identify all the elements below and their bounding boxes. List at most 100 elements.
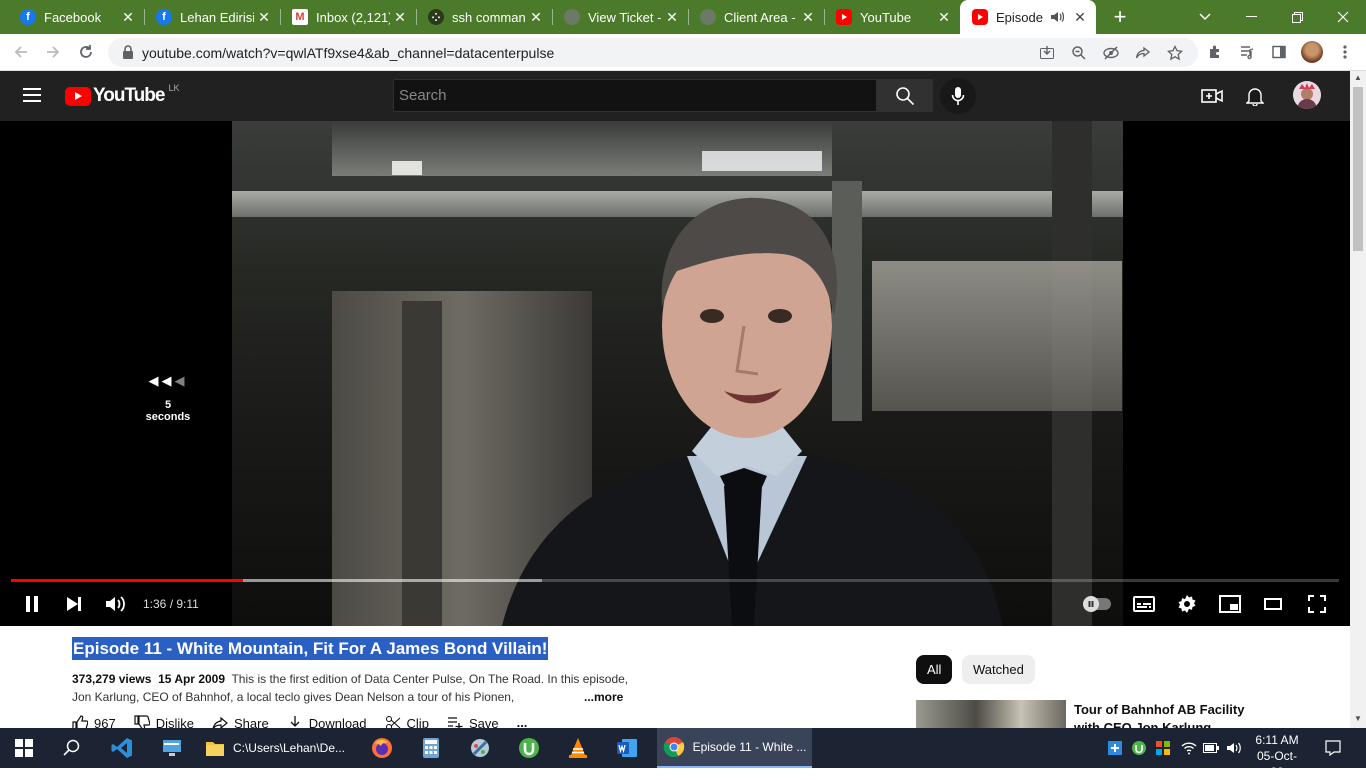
tab-search-icon[interactable] [1182,0,1228,34]
close-tab-icon[interactable]: ✕ [934,9,954,26]
notifications-icon[interactable] [1325,740,1341,756]
tab-ssh[interactable]: ⁘ ssh command ✕ [416,0,552,34]
vlc-taskbar-button[interactable] [555,728,601,768]
share-button[interactable]: Share [212,715,269,728]
profile-avatar-icon[interactable] [1300,40,1324,64]
close-tab-icon[interactable]: ✕ [390,9,410,26]
like-button[interactable]: 967 [72,715,116,728]
wifi-icon[interactable] [1181,740,1197,756]
account-avatar[interactable] [1293,81,1321,109]
chrome-menu-icon[interactable] [1333,40,1357,64]
reload-icon[interactable] [74,40,98,64]
menu-icon[interactable] [23,88,41,102]
page-scrollbar[interactable]: ▲ ▼ [1350,71,1366,728]
scroll-up-arrow-icon[interactable]: ▲ [1353,73,1363,83]
fullscreen-button[interactable] [1305,591,1329,617]
back-icon[interactable] [9,40,33,64]
search-box[interactable] [393,79,877,112]
sync-tray-icon[interactable] [1155,740,1171,756]
download-button[interactable]: Download [287,715,367,728]
chrome-taskbar-button[interactable]: Episode 11 - White ... [657,728,812,768]
chip-all[interactable]: All [916,655,953,684]
tab-episode-active[interactable]: Episode ✕ [960,0,1096,34]
tab-lehan[interactable]: f Lehan Edirisinghe ✕ [144,0,280,34]
recommendation-thumbnail[interactable] [916,700,1066,728]
miniplayer-icon [1219,595,1241,613]
tab-client-area[interactable]: Client Area - ✕ [688,0,824,34]
tab-view-ticket[interactable]: View Ticket - ✕ [552,0,688,34]
autoplay-toggle[interactable] [1083,596,1111,612]
scroll-thumb[interactable] [1353,87,1363,251]
download-label: Download [308,715,367,729]
search-input[interactable] [394,80,876,111]
url-text[interactable]: youtube.com/watch?v=qwlATf9xse4&ab_chann… [142,45,554,61]
new-tab-button[interactable]: + [1108,4,1132,30]
vscode-taskbar-button[interactable] [99,728,145,768]
install-app-icon[interactable] [1037,43,1057,63]
tray-app-icon[interactable] [1107,740,1123,756]
utorrent-taskbar-button[interactable] [506,728,552,768]
show-more-button[interactable]: ...more [584,688,623,706]
scroll-down-arrow-icon[interactable]: ▼ [1353,714,1363,724]
clip-button[interactable]: Clip [385,715,429,728]
bookmark-star-icon[interactable] [1165,43,1185,63]
side-panel-icon[interactable] [1267,40,1291,64]
next-button[interactable] [62,591,86,617]
youtube-logo[interactable]: YouTube LK [65,83,179,107]
subtitles-button[interactable] [1132,591,1156,617]
video-player[interactable]: ◀◀◀ 5 seconds 1:36 / 9:11 [0,121,1350,626]
forward-icon[interactable] [41,40,65,64]
miniplayer-button[interactable] [1218,591,1242,617]
battery-icon[interactable] [1203,740,1219,756]
close-tab-icon[interactable]: ✕ [118,9,138,26]
snipping-tool-taskbar-button[interactable] [457,728,503,768]
system-clock[interactable]: 6:11 AM 05-Oct-22 [1251,732,1303,780]
tab-title: Facebook [44,9,102,25]
minimize-button[interactable] [1228,0,1274,34]
close-tab-icon[interactable]: ✕ [662,9,682,26]
recommendation-title[interactable]: Tour of Bahnhof AB Facility with CEO Jon… [1074,701,1274,728]
search-button[interactable] [877,79,933,112]
tab-facebook[interactable]: f Facebook ✕ [0,0,144,34]
media-controls-icon[interactable] [1235,40,1259,64]
utorrent-tray-icon[interactable] [1131,740,1147,756]
more-actions-button[interactable]: ... [517,715,528,728]
close-tab-icon[interactable]: ✕ [798,9,818,26]
browser-tab-strip: f Facebook ✕ f Lehan Edirisinghe ✕ M Inb… [0,0,1366,34]
audio-playing-icon[interactable] [1050,11,1064,23]
speaker-icon[interactable] [1226,740,1242,756]
pause-button[interactable] [20,591,44,617]
close-tab-icon[interactable]: ✕ [1070,9,1090,26]
start-button[interactable] [0,728,48,768]
video-frame [232,121,1123,626]
extensions-icon[interactable] [1203,40,1227,64]
video-description[interactable]: 373,279 views 15 Apr 2009 This is the fi… [72,670,632,706]
tab-youtube[interactable]: YouTube ✕ [824,0,960,34]
close-window-button[interactable] [1320,0,1366,34]
remote-desktop-taskbar-button[interactable] [149,728,195,768]
close-tab-icon[interactable]: ✕ [526,9,546,26]
lock-icon[interactable] [120,44,136,60]
chip-watched[interactable]: Watched [962,655,1035,684]
tab-inbox[interactable]: M Inbox (2,121) ✕ [280,0,416,34]
voice-search-button[interactable] [940,78,976,114]
settings-button[interactable] [1175,591,1199,617]
search-taskbar-button[interactable] [49,728,95,768]
tracking-blocked-icon[interactable] [1101,43,1121,63]
firefox-taskbar-button[interactable] [359,728,405,768]
share-page-icon[interactable] [1133,43,1153,63]
close-tab-icon[interactable]: ✕ [254,9,274,26]
address-bar[interactable]: youtube.com/watch?v=qwlATf9xse4&ab_chann… [108,38,1198,67]
notifications-bell-icon[interactable] [1242,83,1268,109]
calculator-taskbar-button[interactable] [408,728,454,768]
save-button[interactable]: Save [447,715,499,728]
zoom-icon[interactable] [1069,43,1089,63]
restore-button[interactable] [1274,0,1320,34]
file-explorer-taskbar-button[interactable]: C:\Users\Lehan\De... [199,728,351,768]
create-video-icon[interactable] [1199,83,1225,109]
mute-button[interactable] [104,591,128,617]
word-taskbar-button[interactable] [604,728,650,768]
theater-mode-button[interactable] [1261,591,1285,617]
dislike-button[interactable]: Dislike [134,715,194,728]
progress-bar[interactable] [11,579,1339,582]
